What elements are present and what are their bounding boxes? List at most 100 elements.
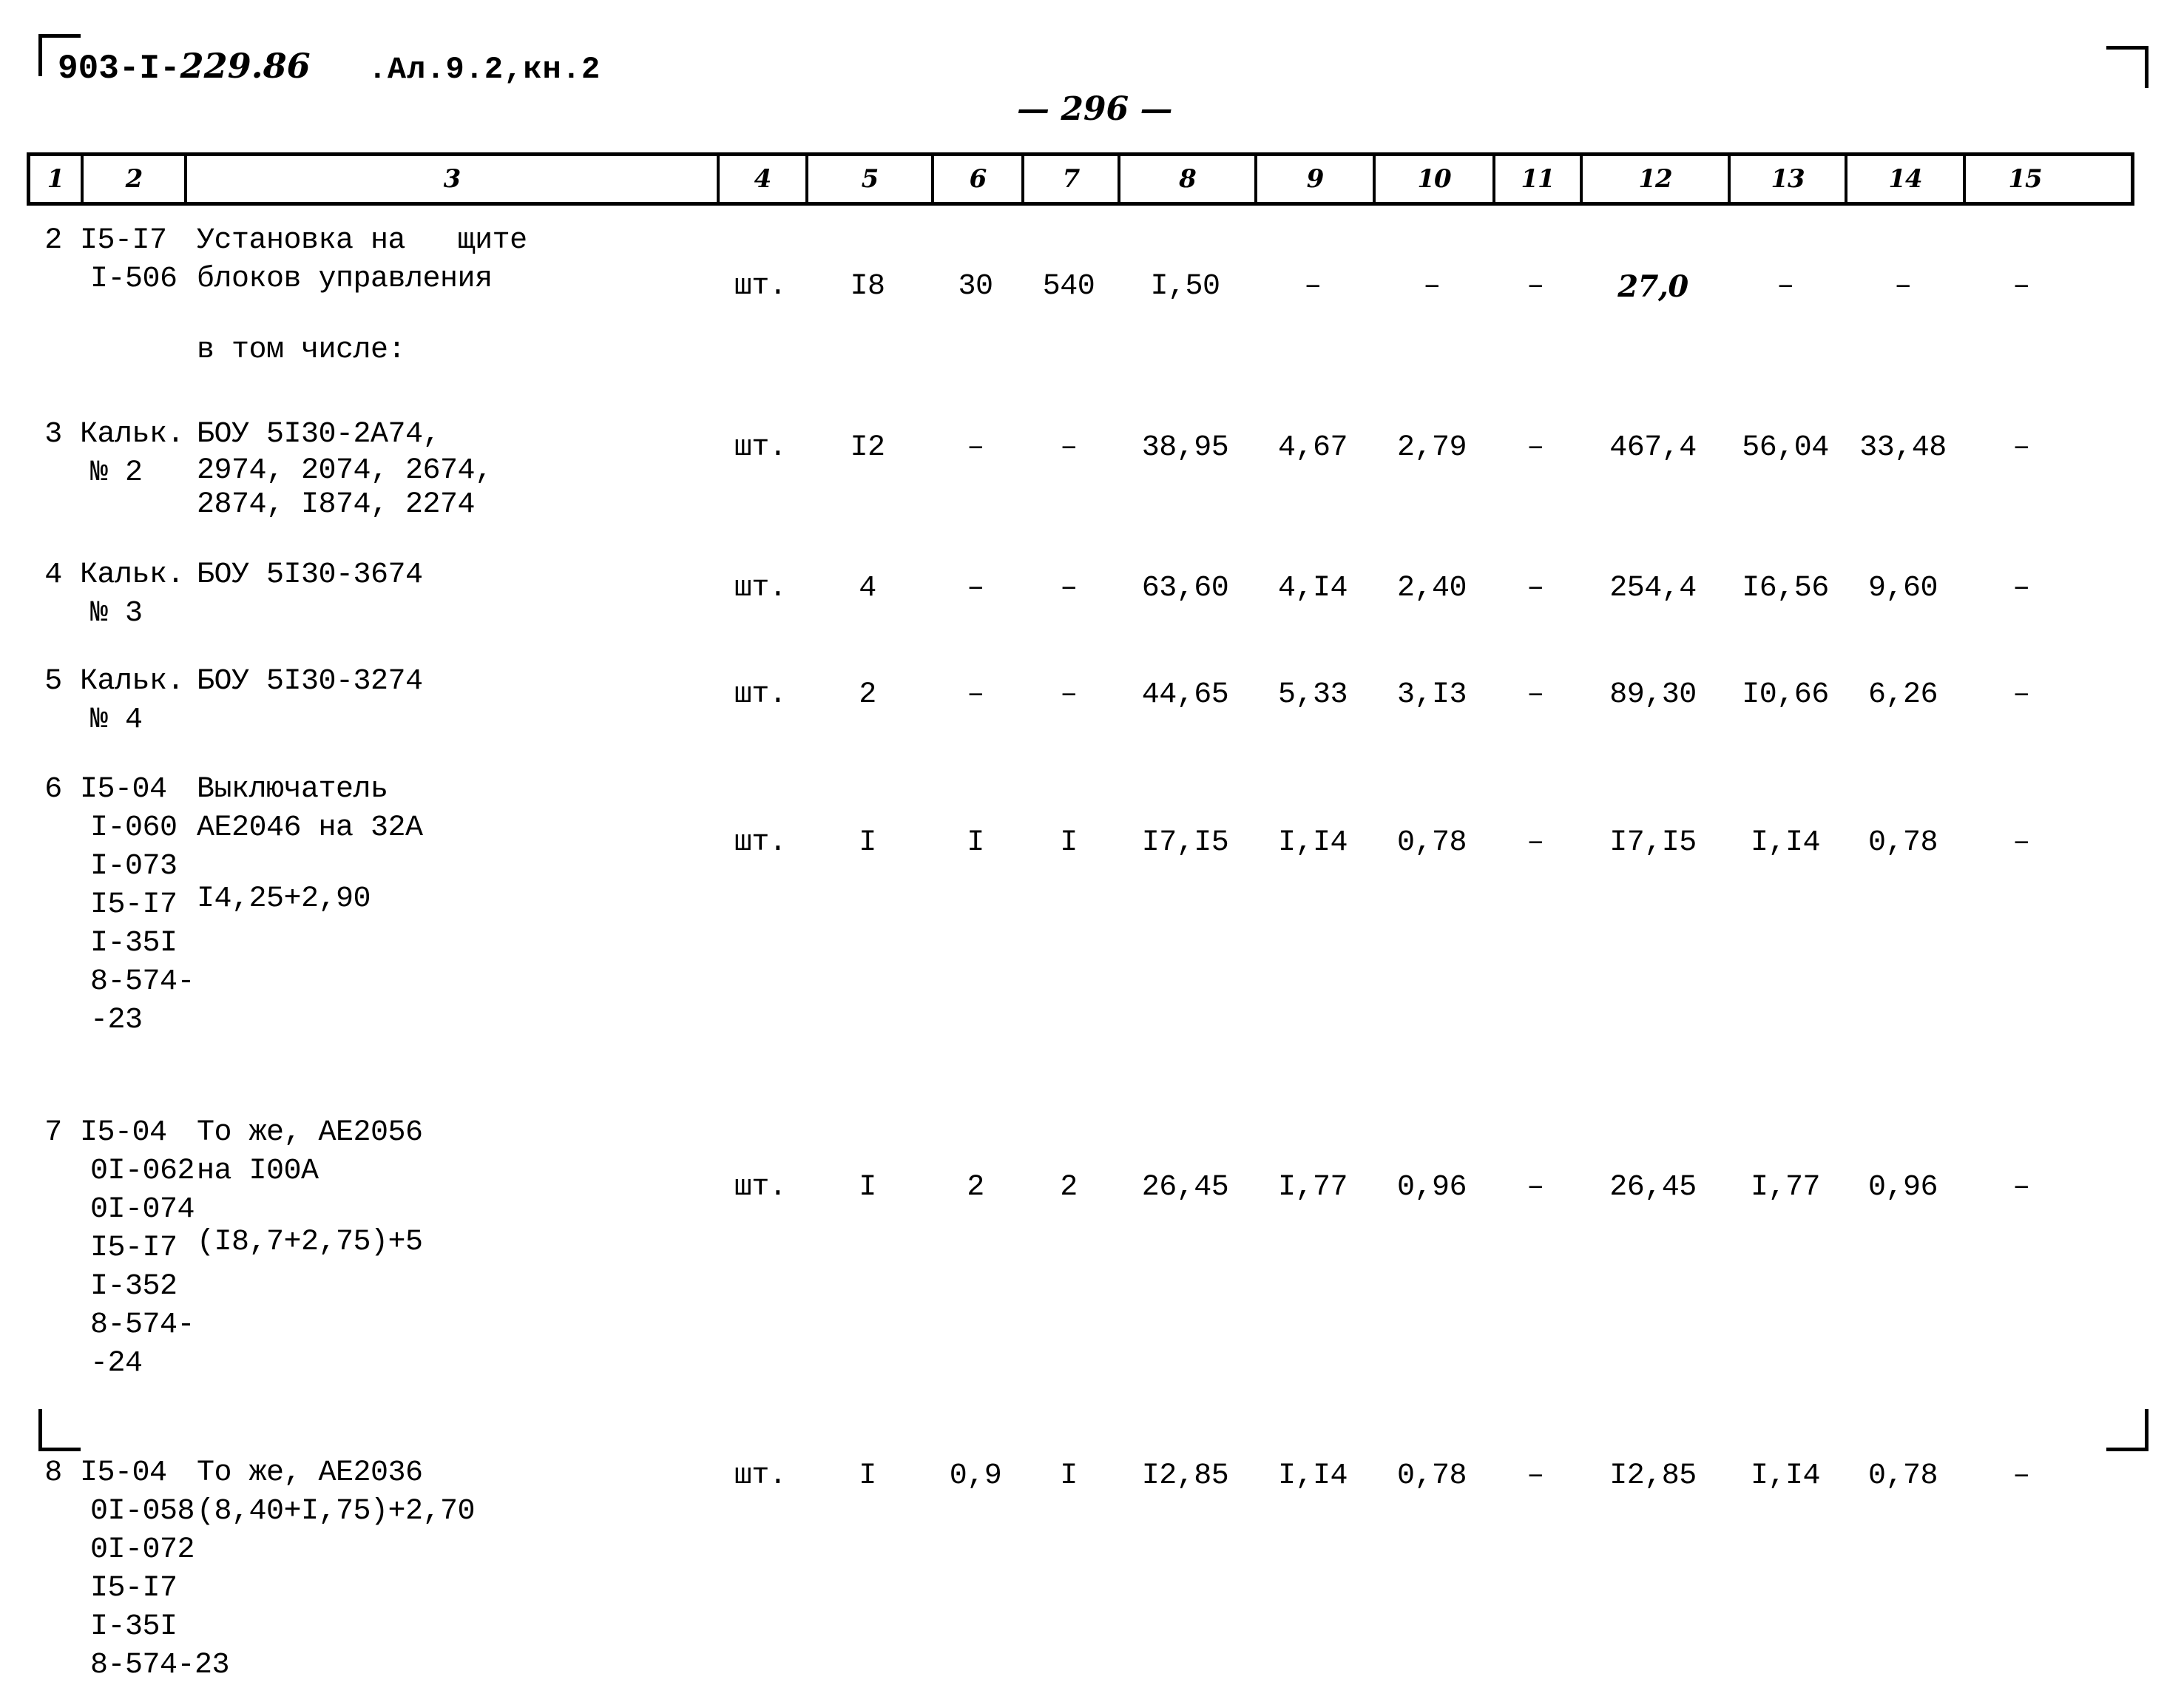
description: То же, АЕ2056 на I00А (I8,7+2,75)+5 (183, 1114, 716, 1262)
norm-code-list: Кальк. № 3 (80, 556, 185, 633)
cell-cost-machines: 2,40 (1396, 572, 1467, 605)
cell-norm-labor: 30 (958, 270, 993, 303)
cell-cost-salary: I,I4 (1277, 1459, 1348, 1493)
norm-code: Кальк. (80, 665, 185, 698)
norm-code: 8-574-23 (90, 1649, 230, 1682)
handwritten-value: 27,0 (1617, 269, 1688, 304)
column-header-14: 14 (1847, 156, 1966, 202)
cell-unit: шт. (734, 572, 787, 605)
column-header-1: 1 (30, 156, 84, 202)
norm-code-list: I5-04 0I-062 0I-074 I5-I7 I-352 8-574- -24 (80, 1114, 195, 1383)
norm-code: Кальк. (80, 418, 185, 451)
cell-sum-salary: I,I4 (1750, 1459, 1821, 1493)
description: Выключатель АЕ2046 на 32А I4,25+2,90 (183, 771, 716, 919)
cell-norm-machine: 2 (1060, 1171, 1078, 1204)
norm-code: I-35I (90, 1610, 178, 1644)
description-extra-line: в том числе: (197, 334, 406, 367)
cell-sum-total: 89,30 (1609, 678, 1697, 712)
cell-sum-machines: 6,26 (1867, 678, 1938, 712)
norm-code: I-35I (90, 927, 178, 960)
cell-norm-labor: 0,9 (949, 1459, 1002, 1493)
norm-code: I5-04 (80, 1116, 167, 1149)
cell-sum-extra: – (2012, 572, 2030, 605)
table-row: 5 Кальк. № 4 БОУ 5I30-3274 шт. 2 – – 44,65 5,33 3,… (27, 663, 2157, 740)
norm-code: 8-574- (90, 965, 195, 999)
cell-unit: шт. (734, 270, 787, 303)
description-gap (197, 1191, 716, 1223)
row-spacer (27, 1040, 2157, 1114)
description-line: 2874, I874, 2274 (197, 488, 476, 521)
cell-quantity-total: 2 (859, 678, 876, 712)
cell-norm-labor: – (967, 431, 984, 465)
description-line: (8,40+I,75)+2,70 (197, 1495, 476, 1528)
description-extra-line: I4,25+2,90 (197, 882, 371, 916)
cell-sum-machines: 0,78 (1867, 826, 1938, 860)
description-line: БОУ 5I30-3674 (197, 558, 423, 592)
cell-sum-salary: I,77 (1750, 1171, 1821, 1204)
cell-cost-extra: – (1527, 431, 1544, 465)
cell-cost-salary: I,77 (1277, 1171, 1348, 1204)
cell-sum-extra: – (2012, 270, 2030, 303)
description: Установка на щите блоков управления в том … (183, 222, 716, 370)
norm-code: -24 (90, 1347, 143, 1380)
column-header-3: 3 (187, 156, 720, 202)
cell-sum-total: 254,4 (1609, 572, 1697, 605)
column-header-10: 10 (1376, 156, 1495, 202)
row-spacer (27, 740, 2157, 771)
column-header-6: 6 (934, 156, 1024, 202)
cell-norm-machine: I (1060, 1459, 1078, 1493)
row-spacer (27, 522, 2157, 556)
cell-cost-salary: I,I4 (1277, 826, 1348, 860)
cell-norm-machine: – (1060, 431, 1078, 465)
cell-cost-machines: 0,96 (1396, 1171, 1467, 1204)
norm-code-list: I5-04 0I-058 0I-072 I5-I7 I-35I 8-574-23 (80, 1454, 230, 1685)
cell-cost-machines: 0,78 (1396, 1459, 1467, 1493)
norm-code: I5-I7 (90, 1232, 178, 1265)
table-row: 2 I5-I7 I-506 Установка на щите блоков управ… (27, 222, 2157, 370)
cell-sum-salary: 56,04 (1742, 431, 1829, 465)
column-header-4: 4 (720, 156, 808, 202)
cell-cost-extra: – (1527, 1171, 1544, 1204)
table-row: 7 I5-04 0I-062 0I-074 I5-I7 I-352 8-574- -24 То … (27, 1114, 2157, 1383)
row-spacer (27, 1383, 2157, 1454)
row-number: 8 (44, 1456, 62, 1490)
cell-sum-extra: – (2012, 1171, 2030, 1204)
description-line: Выключатель (197, 773, 388, 806)
cell-unit: шт. (734, 678, 787, 712)
norm-code: № 4 (90, 703, 143, 737)
cell-sum-extra: – (2012, 431, 2030, 465)
cell-cost-total: I7,I5 (1141, 826, 1229, 860)
norm-code: № 2 (90, 456, 143, 490)
cell-cost-machines: 0,78 (1396, 826, 1467, 860)
page-number: — 296 — (1017, 90, 1173, 128)
cell-sum-machines: 0,78 (1867, 1459, 1938, 1493)
description-line: на I00А (197, 1155, 319, 1188)
norm-code: Кальк. (80, 558, 185, 592)
cell-norm-labor: – (967, 678, 984, 712)
cell-unit: шт. (734, 1171, 787, 1204)
cell-norm-labor: I (967, 826, 984, 860)
description-line: БОУ 5I30-3274 (197, 665, 423, 698)
cell-sum-total: 27,0 (1579, 268, 1727, 309)
table-row: 8 I5-04 0I-058 0I-072 I5-I7 I-35I 8-574-23 То ж… (27, 1454, 2157, 1685)
cell-norm-machine: – (1060, 572, 1078, 605)
cell-norm-machine: – (1060, 678, 1078, 712)
cell-sum-total: 26,45 (1609, 1171, 1697, 1204)
cell-quantity-total: I2 (850, 431, 885, 465)
cell-norm-labor: – (967, 572, 984, 605)
description-line: Установка на щите (197, 224, 527, 257)
norm-code-list: Кальк. № 2 (80, 416, 185, 493)
cell-sum-total: I2,85 (1609, 1459, 1697, 1493)
column-header-15: 15 (2008, 164, 2042, 194)
cell-sum-salary: I6,56 (1742, 572, 1829, 605)
cell-cost-salary: 5,33 (1277, 678, 1348, 712)
description: БОУ 5I30-3274 (183, 663, 716, 701)
cell-sum-total: I7,I5 (1609, 826, 1697, 860)
table-body: 2 I5-I7 I-506 Установка на щите блоков управ… (27, 222, 2157, 1685)
cell-cost-salary: – (1304, 270, 1322, 303)
norm-code: -23 (90, 1004, 143, 1037)
cell-cost-total: 44,65 (1141, 678, 1229, 712)
norm-code: I-506 (90, 263, 178, 296)
description-line: БОУ 5I30-2А74, (197, 418, 441, 451)
column-header-7: 7 (1024, 156, 1120, 202)
